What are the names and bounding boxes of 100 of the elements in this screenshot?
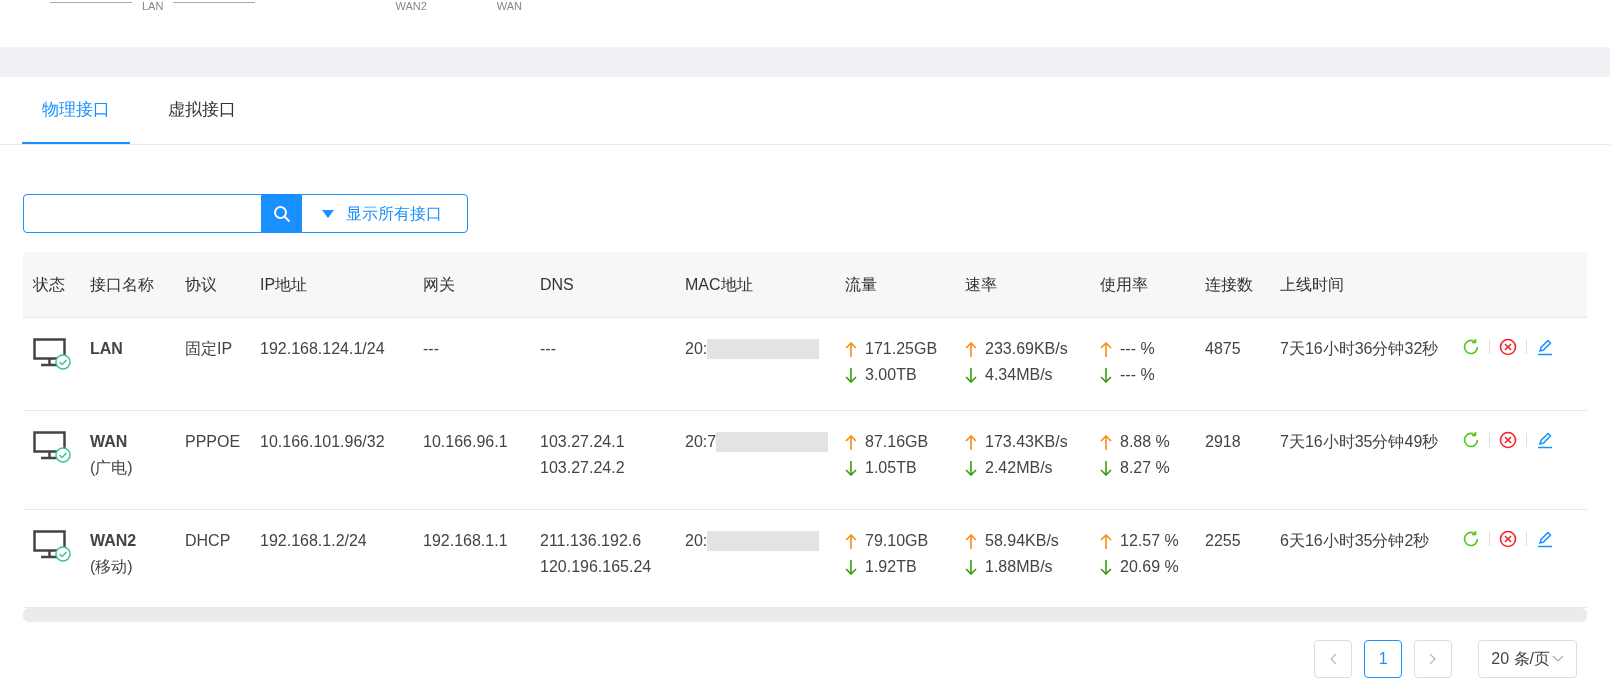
column-header: 连接数 [1205, 275, 1253, 293]
search-icon [272, 204, 291, 223]
chevron-down-icon [1552, 655, 1564, 663]
column-header: 使用率 [1100, 275, 1148, 293]
arrow-down-icon [845, 559, 857, 575]
delete-button[interactable] [1499, 530, 1517, 548]
tab[interactable]: 物理接口 [22, 77, 130, 144]
arrow-up-icon [965, 434, 977, 450]
column-header: 流量 [845, 275, 877, 293]
table-cell-text: 3.00TB [865, 365, 917, 385]
column-header: IP地址 [260, 275, 308, 293]
edit-button[interactable] [1536, 431, 1554, 449]
table-cell-text: 20.69 % [1120, 557, 1179, 577]
table-cell-text: --- % [1120, 339, 1155, 359]
table-cell: 6天16小时35分钟2秒 [1280, 532, 1430, 549]
arrow-up-icon [845, 341, 857, 357]
arrow-down-icon [845, 460, 857, 476]
table-cell: 7天16小时36分钟32秒 [1280, 340, 1439, 357]
column-header: 协议 [185, 275, 217, 293]
arrow-up-icon [845, 533, 857, 549]
arrow-down-icon [965, 367, 977, 383]
arrow-up-icon [845, 434, 857, 450]
table-cell-text: 8.27 % [1120, 458, 1170, 478]
table-cell: 7天16小时35分钟49秒 [1280, 433, 1439, 450]
column-header: 速率 [965, 275, 997, 293]
arrow-down-icon [1100, 367, 1112, 383]
chevron-left-icon [1329, 653, 1338, 665]
arrow-up-icon [965, 533, 977, 549]
table-cell: 4875 [1205, 340, 1241, 357]
table-cell-text: 103.27.24.2 [540, 458, 625, 478]
isp-label: (广电) [90, 458, 134, 478]
table-cell-text: 87.16GB [865, 432, 929, 452]
table-cell-text: 173.43KB/s [985, 432, 1068, 452]
table-cell-text: 211.136.192.6 [540, 531, 642, 551]
table-cell-text: 1.92TB [865, 557, 917, 577]
table-cell: 固定IP [185, 340, 233, 357]
column-header: 网关 [423, 275, 455, 293]
table-cell: 192.168.1.2/24 [260, 532, 367, 549]
tab[interactable]: 虚拟接口 [148, 77, 256, 144]
table-cell-text: 1.88MB/s [985, 557, 1053, 577]
interface-name: WAN [90, 432, 129, 452]
table-cell-text: 1.05TB [865, 458, 917, 478]
delete-button[interactable] [1499, 431, 1517, 449]
table-cell: 192.168.124.1/24 [260, 340, 385, 357]
table-cell-text: 20: [685, 339, 708, 359]
arrow-down-icon [965, 559, 977, 575]
column-header: DNS [540, 275, 574, 293]
table-cell-text: 171.25GB [865, 339, 938, 359]
refresh-button[interactable] [1462, 530, 1480, 548]
arrow-up-icon [1100, 341, 1112, 357]
arrow-up-icon [1100, 434, 1112, 450]
arrow-down-icon [1100, 460, 1112, 476]
edit-button[interactable] [1536, 530, 1554, 548]
table-cell-text: 20: [685, 531, 708, 551]
table-cell-text: --- [540, 339, 556, 359]
table-cell: 10.166.96.1 [423, 433, 508, 450]
interface-name: WAN2 [90, 531, 138, 551]
topology-label: LAN [142, 0, 164, 12]
table-cell-text: 79.10GB [865, 531, 929, 551]
arrow-down-icon [965, 460, 977, 476]
table-cell-text: 2.42MB/s [985, 458, 1053, 478]
column-header: 上线时间 [1280, 275, 1344, 293]
column-header: 接口名称 [90, 275, 154, 293]
filter-dropdown[interactable]: 显示所有接口 [301, 194, 468, 233]
arrow-down-icon [845, 367, 857, 383]
table-cell: 10.166.101.96/32 [260, 433, 385, 450]
table-cell-text: 120.196.165.24 [540, 557, 652, 577]
search-button[interactable] [262, 194, 301, 233]
table-cell: --- [423, 340, 439, 357]
table-cell: 192.168.1.1 [423, 532, 508, 549]
interface-name: LAN [90, 339, 124, 359]
edit-button[interactable] [1536, 338, 1554, 356]
caret-icon [322, 209, 334, 218]
isp-label: (移动) [90, 557, 134, 577]
table-cell-text: 8.88 % [1120, 432, 1170, 452]
table-cell-text: 20:7 [685, 432, 717, 452]
table-cell-text: 103.27.24.1 [540, 432, 625, 452]
arrow-up-icon [965, 341, 977, 357]
page-size-select[interactable]: 20 条/页 [1478, 640, 1577, 678]
table-cell-text: --- % [1120, 365, 1155, 385]
column-header: MAC地址 [685, 275, 753, 293]
column-header: 状态 [33, 275, 65, 293]
chevron-right-icon [1429, 653, 1438, 665]
page-button[interactable]: 1 [1364, 640, 1403, 678]
topology-label: WAN2 [395, 0, 427, 12]
table-cell-text: 4.34MB/s [985, 365, 1053, 385]
arrow-up-icon [1100, 533, 1112, 549]
arrow-down-icon [1100, 559, 1112, 575]
refresh-button[interactable] [1462, 338, 1480, 356]
table-cell: 2255 [1205, 532, 1241, 549]
topology-label: WAN [496, 0, 523, 12]
table-cell: DHCP [185, 532, 231, 549]
table-cell-text: 233.69KB/s [985, 339, 1068, 359]
table-cell-text: 12.57 % [1120, 531, 1179, 551]
table-cell: PPPOE [185, 433, 241, 450]
refresh-button[interactable] [1462, 431, 1480, 449]
search-field[interactable] [23, 194, 262, 233]
table-cell-text: 58.94KB/s [985, 531, 1059, 551]
delete-button[interactable] [1499, 338, 1517, 356]
table-cell: 2918 [1205, 433, 1241, 450]
